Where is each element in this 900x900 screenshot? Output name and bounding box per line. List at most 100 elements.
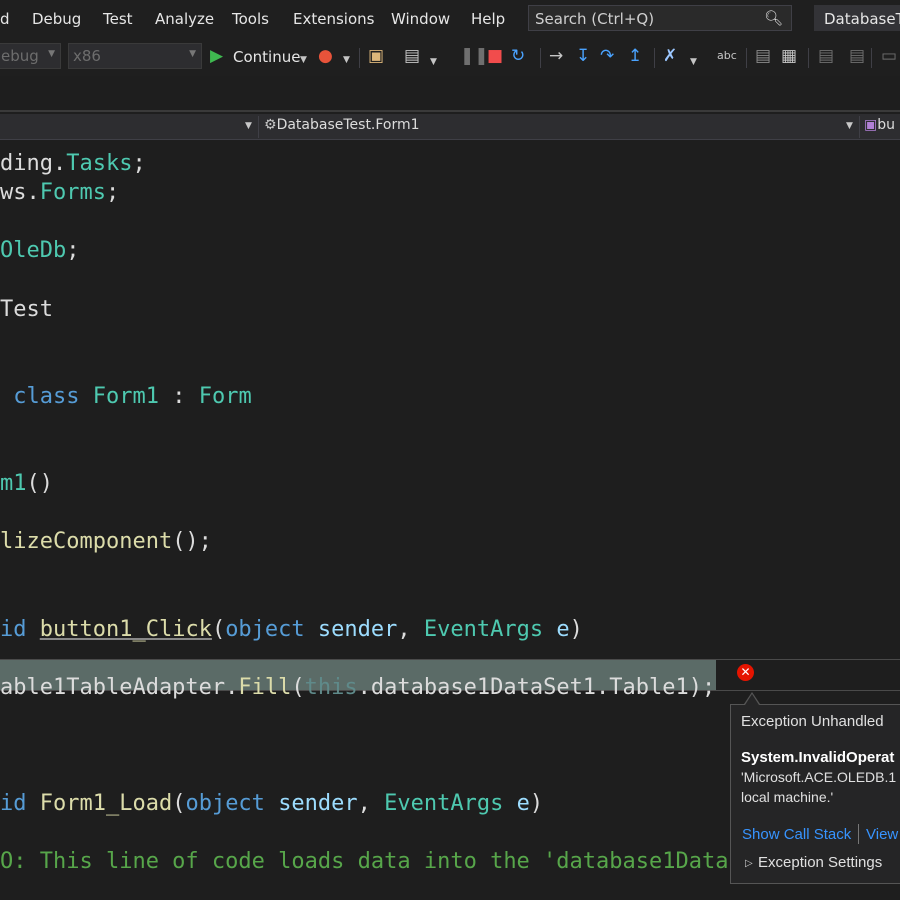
outdent-icon[interactable]: ▤ — [849, 46, 865, 66]
platform-value: x86 — [73, 47, 101, 65]
code-line: ding.Tasks; — [0, 149, 146, 179]
view-details-link[interactable]: View — [866, 826, 898, 843]
navbar-divider — [258, 116, 259, 138]
chevron-down-icon[interactable]: ▼ — [245, 121, 252, 131]
menu-item-analyze[interactable]: Analyze — [155, 10, 214, 28]
step-into-icon[interactable]: ↧ — [576, 46, 590, 66]
code-token: Fill — [238, 674, 292, 700]
code-token: EventArgs — [423, 616, 544, 642]
menu-item-debug-partial[interactable]: d — [0, 10, 10, 28]
menu-item-tools[interactable]: Tools — [232, 10, 269, 28]
menu-item-window[interactable]: Window — [391, 10, 450, 28]
continue-button[interactable]: Continue — [233, 48, 300, 66]
code-token: .database1DataSet1.Table1); — [357, 674, 716, 700]
step-out-icon[interactable]: ↥ — [628, 46, 642, 66]
chevron-down-icon[interactable]: ▼ — [846, 121, 853, 131]
error-icon[interactable]: ✕ — [737, 664, 754, 681]
play-icon[interactable]: ▶ — [210, 46, 223, 66]
bookmark-icon[interactable]: ▭ — [881, 46, 897, 66]
exception-settings-toggle[interactable]: Exception Settings — [758, 854, 882, 871]
hot-reload-icon[interactable]: ✗ — [663, 46, 677, 66]
code-token: able1TableAdapter. — [0, 674, 239, 700]
chevron-down-icon: ▼ — [189, 49, 196, 59]
class-dropdown-label: DatabaseTest.Form1 — [276, 117, 420, 133]
code-token: e — [516, 791, 530, 817]
exception-message: 'Microsoft.ACE.OLEDB.1 — [741, 769, 897, 785]
show-call-stack-link[interactable]: Show Call Stack — [742, 826, 851, 843]
code-token: ( — [172, 791, 186, 817]
navbar-divider — [859, 116, 860, 138]
code-line: OleDb; — [0, 236, 79, 266]
code-token: Form1 — [92, 383, 159, 409]
code-line: able1TableAdapter.Fill(this.database1Dat… — [0, 673, 715, 703]
popup-pointer-fill — [745, 694, 759, 705]
indent-icon[interactable]: ▤ — [818, 46, 834, 66]
code-token: sender — [317, 616, 398, 642]
class-dropdown[interactable]: ⚙︎DatabaseTest.Form1 — [264, 117, 420, 133]
navigation-bar: ▼ ⚙︎DatabaseTest.Form1 ▼ ▣bu — [0, 114, 900, 140]
code-line: ws.Forms; — [0, 178, 119, 208]
fire-icon[interactable]: ● — [318, 46, 333, 66]
code-line: m1() — [0, 469, 53, 499]
pause-icon[interactable]: ❚❚ — [460, 46, 489, 66]
menu-item-extensions[interactable]: Extensions — [293, 10, 374, 28]
configuration-value: ebug — [1, 47, 39, 65]
code-token: id — [0, 791, 40, 817]
solution-name-label[interactable]: DatabaseTest — [814, 5, 900, 31]
chevron-down-icon[interactable]: ▼ — [343, 50, 350, 70]
code-token: this — [304, 674, 358, 700]
code-token: lizeComponent — [0, 529, 173, 555]
step-over-icon[interactable]: ↷ — [600, 46, 614, 66]
code-token: class — [0, 383, 93, 409]
code-token: ( — [291, 674, 305, 700]
code-line: id button1_Click(object sender, EventArg… — [0, 615, 583, 645]
document-tab-strip — [0, 76, 900, 114]
toolbar-separator — [654, 48, 655, 68]
uncomment-icon[interactable]: ▦ — [781, 46, 797, 66]
menu-item-help[interactable]: Help — [471, 10, 505, 28]
configuration-dropdown[interactable]: ebug ▼ — [0, 43, 61, 69]
code-token: ; — [105, 180, 120, 206]
code-token: id — [0, 616, 40, 642]
code-token: , — [397, 616, 424, 642]
code-line: id Form1_Load(object sender, EventArgs e… — [0, 789, 543, 819]
search-icon[interactable]: 🔍︎ — [764, 9, 783, 27]
search-input[interactable]: Search (Ctrl+Q) 🔍︎ — [528, 5, 792, 31]
chevron-down-icon[interactable]: ▼ — [690, 52, 697, 72]
code-token: Forms — [39, 180, 106, 206]
show-next-statement-icon[interactable]: → — [549, 46, 563, 66]
code-token: OleDb — [0, 238, 67, 264]
code-token: ) — [569, 616, 583, 642]
debug-toolbar: ebug ▼ x86 ▼ ▶ Continue ▼ ● ▼ ▣ ▤ ▼ ❚❚ ■… — [0, 38, 900, 76]
restart-icon[interactable]: ↻ — [511, 46, 525, 66]
code-token: ; — [132, 151, 146, 176]
code-token: object — [225, 616, 305, 642]
toolbar-separator — [871, 48, 872, 68]
code-token: : — [158, 383, 199, 409]
menu-item-test[interactable]: Test — [103, 10, 133, 28]
tab-strip-divider — [0, 110, 900, 112]
code-token: ( — [211, 616, 226, 642]
comment-icon[interactable]: ▤ — [755, 46, 771, 66]
menu-item-debug[interactable]: Debug — [32, 10, 81, 28]
code-token: , — [357, 791, 385, 817]
stop-icon[interactable]: ■ — [487, 46, 503, 66]
chevron-right-icon[interactable]: ▷ — [745, 858, 753, 869]
chevron-down-icon: ▼ — [48, 49, 55, 59]
exception-popup: Exception Unhandled System.InvalidOperat… — [730, 704, 900, 884]
folder-icon[interactable]: ▣ — [368, 46, 384, 66]
chevron-down-icon[interactable]: ▼ — [300, 50, 307, 70]
window-icon[interactable]: ▤ — [404, 46, 420, 66]
search-placeholder: Search (Ctrl+Q) — [535, 10, 655, 28]
member-dropdown-label: bu — [877, 117, 895, 133]
spell-check-icon[interactable]: abc — [717, 46, 737, 66]
code-line: class Form1 : Form — [0, 382, 251, 412]
platform-dropdown[interactable]: x86 ▼ — [68, 43, 202, 69]
code-token: EventArgs — [384, 791, 504, 817]
member-dropdown[interactable]: ▣bu — [864, 117, 895, 133]
chevron-down-icon[interactable]: ▼ — [430, 52, 437, 72]
